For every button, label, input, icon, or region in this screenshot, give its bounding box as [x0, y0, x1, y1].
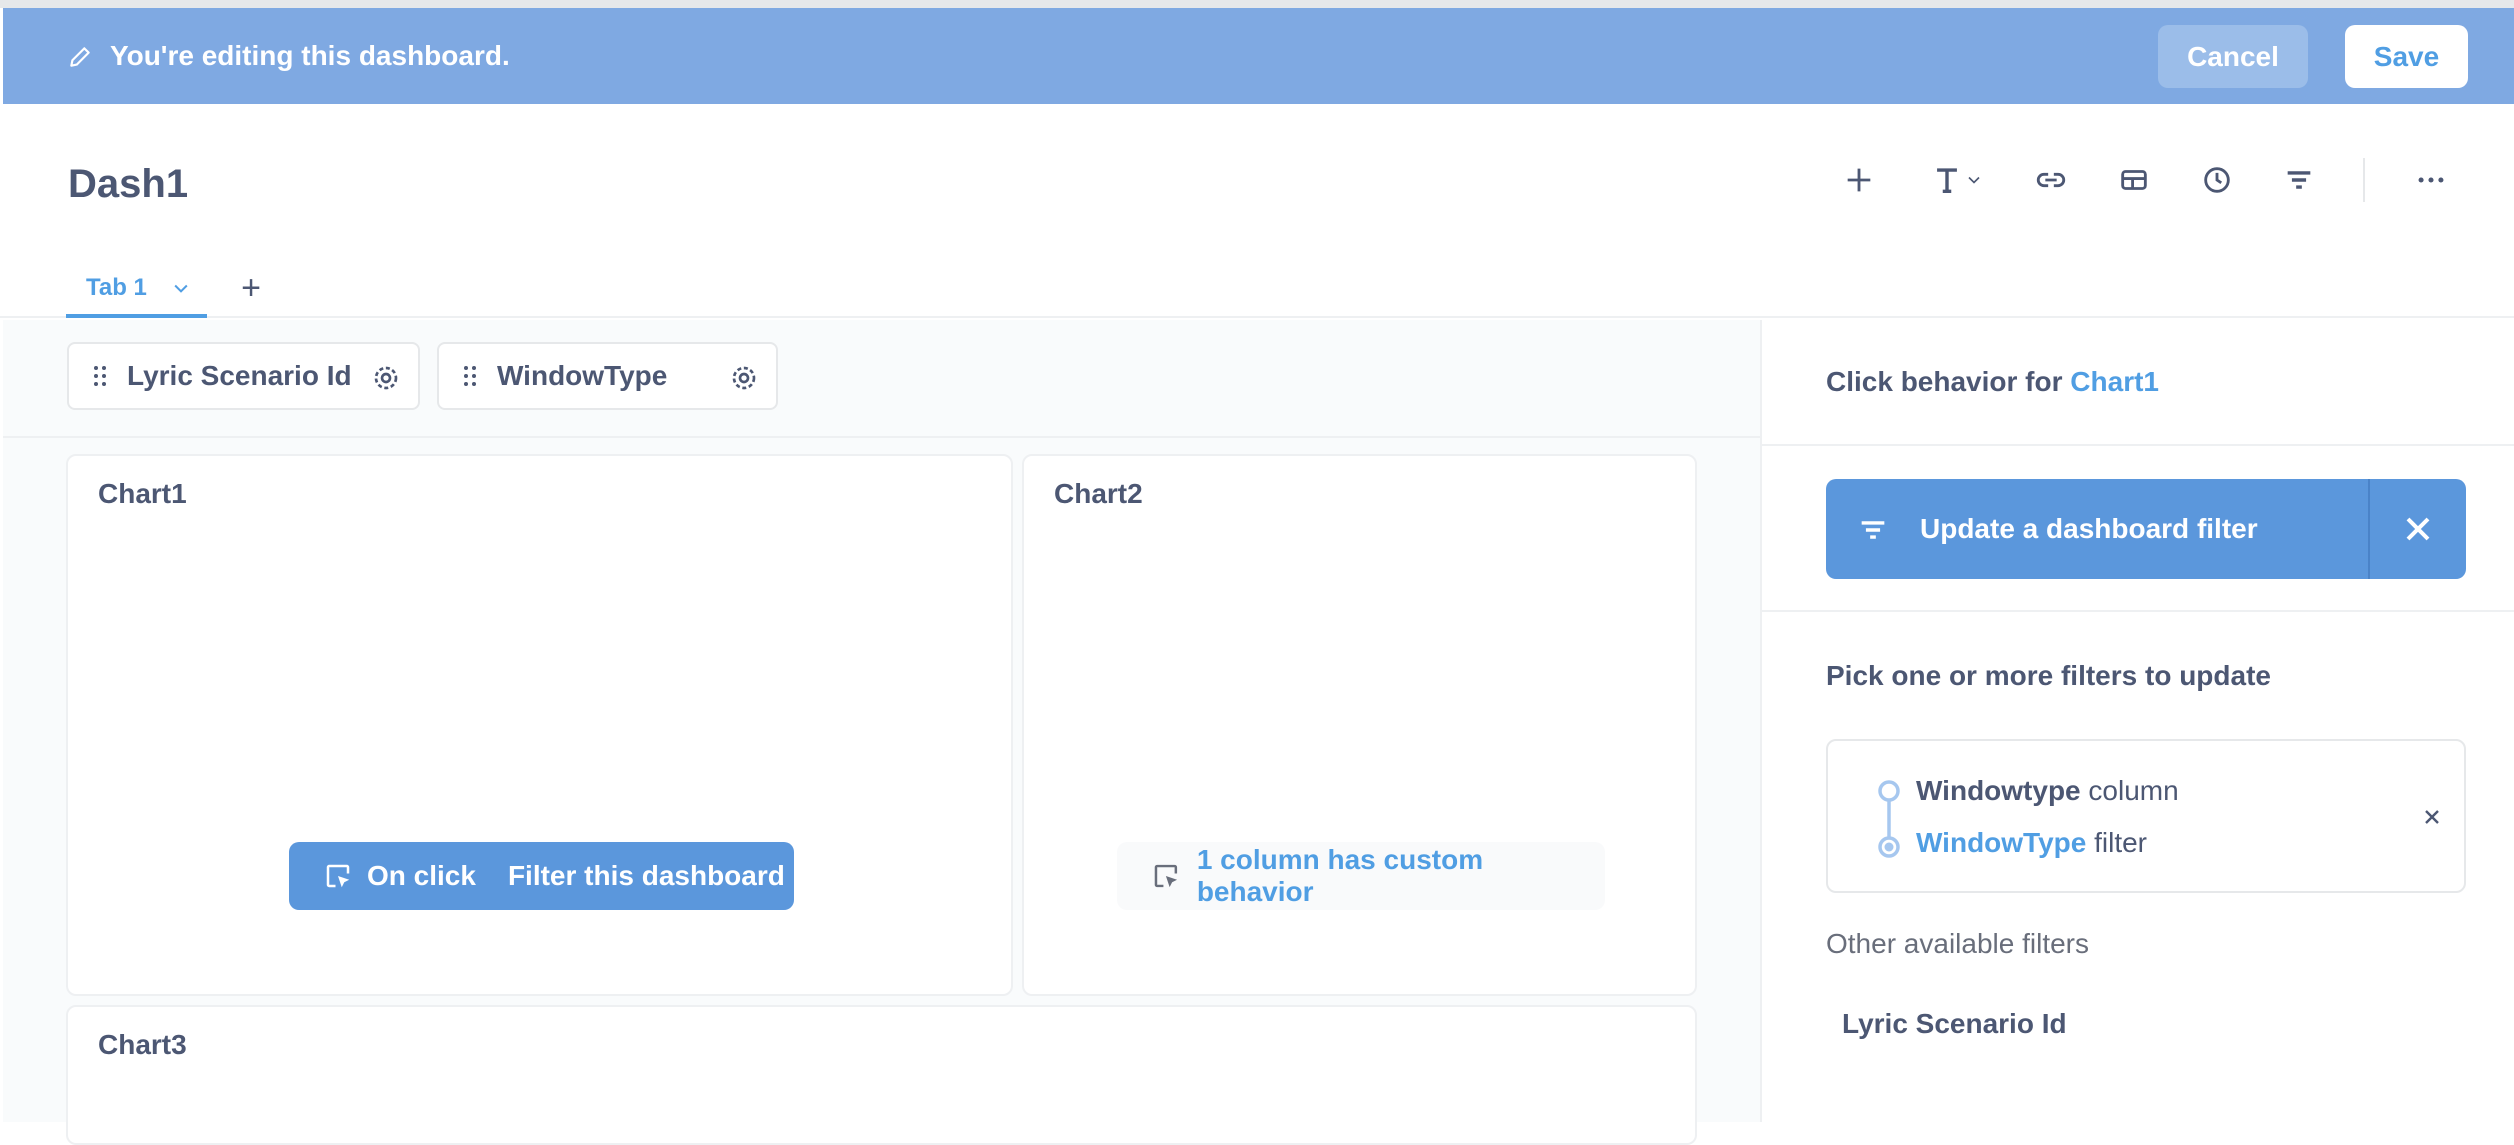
- add-question-button[interactable]: [1839, 160, 1879, 200]
- cancel-button[interactable]: Cancel: [2158, 25, 2308, 88]
- filter-widget-windowtype[interactable]: WindowType: [437, 342, 778, 410]
- dashcard-chart1[interactable]: Chart1 On click Filter this dashboard: [66, 454, 1013, 996]
- dashcard-chart2[interactable]: Chart2 1 column has custom behavior: [1022, 454, 1697, 996]
- filter-mapping-card[interactable]: Windowtype column WindowType filter: [1826, 739, 2466, 893]
- card-title: Chart3: [98, 1029, 187, 1060]
- behavior-divider: [2368, 479, 2370, 579]
- pick-filters-title: Pick one or more filters to update: [1826, 660, 2271, 691]
- filter-label: WindowType: [497, 360, 668, 391]
- close-icon[interactable]: [2420, 805, 2444, 829]
- more-options-button[interactable]: [2411, 160, 2451, 200]
- save-button[interactable]: Save: [2345, 25, 2468, 88]
- sidebar-header: Click behavior for Chart1: [1762, 320, 2514, 446]
- click-behavior-pill[interactable]: On click Filter this dashboard: [289, 842, 794, 910]
- other-filters-title: Other available filters: [1826, 928, 2090, 959]
- mapping-connector-icon: [1878, 780, 1900, 858]
- tab-1[interactable]: Tab 1: [66, 262, 207, 318]
- behavior-type-button[interactable]: Update a dashboard filter: [1826, 479, 2466, 579]
- mapping-source: Windowtype column: [1916, 775, 2179, 807]
- clock-icon: [2204, 167, 2230, 193]
- mapping-target-name: WindowType: [1916, 827, 2087, 858]
- pencil-icon: [70, 47, 90, 67]
- sidebar-heading-target: Chart1: [2070, 366, 2159, 397]
- text-icon: [1937, 168, 1957, 194]
- chevron-down-icon: [1968, 176, 1980, 184]
- filter-icon: [1861, 521, 1885, 539]
- card-title: Chart1: [98, 478, 187, 509]
- sidebar-divider: [1762, 610, 2514, 612]
- custom-behavior-label: 1 column has custom behavior: [1196, 844, 1484, 907]
- dashboard-toolbar: [0, 150, 2514, 210]
- filter-label: Lyric Scenario Id: [127, 360, 352, 391]
- drag-handle-icon[interactable]: [93, 364, 107, 388]
- tab-label: Tab 1: [86, 274, 147, 301]
- dashcard-chart3[interactable]: Chart3: [66, 1005, 1697, 1145]
- mapping-target: WindowType filter: [1916, 827, 2147, 859]
- click-behavior-sidebar: Click behavior for Chart1 Update a dashb…: [1760, 320, 2514, 1122]
- drag-handle-icon[interactable]: [463, 364, 477, 388]
- behavior-type-label: Update a dashboard filter: [1920, 513, 2258, 544]
- filter-widget-lyric-scenario-id[interactable]: Lyric Scenario Id: [67, 342, 420, 410]
- mapping-target-suffix: filter: [2094, 827, 2148, 858]
- filter-icon: [2287, 171, 2311, 189]
- custom-behavior-pill[interactable]: 1 column has custom behavior: [1117, 842, 1605, 910]
- dashboard-canvas: Lyric Scenario Id WindowType Chart1 On c…: [3, 320, 1760, 1145]
- cursor-click-icon: [326, 864, 350, 888]
- toolbar-divider: [2363, 158, 2365, 202]
- chevron-down-icon[interactable]: [171, 278, 191, 298]
- close-icon[interactable]: [2398, 509, 2438, 549]
- dashboard-tabs: Tab 1 +: [0, 262, 2514, 318]
- other-filter-item[interactable]: Lyric Scenario Id: [1842, 1008, 2067, 1040]
- filter-bar: Lyric Scenario Id WindowType: [3, 320, 1760, 438]
- mapping-source-suffix: column: [2088, 775, 2179, 806]
- sidebar-heading: Click behavior for Chart1: [1826, 366, 2159, 398]
- onclick-action: Filter this dashboard: [507, 860, 785, 891]
- add-link-button[interactable]: [2031, 160, 2071, 200]
- edit-mode-banner: You're editing this dashboard. Cancel Sa…: [3, 8, 2514, 104]
- onclick-label: On click: [367, 860, 476, 891]
- add-section-button[interactable]: [2114, 160, 2154, 200]
- cursor-click-icon: [1154, 864, 1178, 888]
- card-title: Chart2: [1054, 478, 1143, 509]
- edit-mode-message: You're editing this dashboard.: [110, 40, 510, 71]
- window-top-border: [0, 0, 2514, 8]
- link-icon: [2036, 172, 2066, 188]
- gear-icon[interactable]: [728, 362, 760, 394]
- add-tab-button[interactable]: +: [236, 270, 266, 306]
- add-filter-button[interactable]: [2279, 160, 2319, 200]
- sidebar-heading-prefix: Click behavior for: [1826, 366, 2063, 397]
- add-text-button[interactable]: [1922, 160, 1992, 200]
- auto-refresh-button[interactable]: [2197, 160, 2237, 200]
- section-icon: [2121, 170, 2147, 190]
- mapping-source-name: Windowtype: [1916, 775, 2081, 806]
- add-icon: [1847, 168, 1871, 192]
- more-icon: [2418, 177, 2444, 183]
- gear-icon[interactable]: [370, 362, 402, 394]
